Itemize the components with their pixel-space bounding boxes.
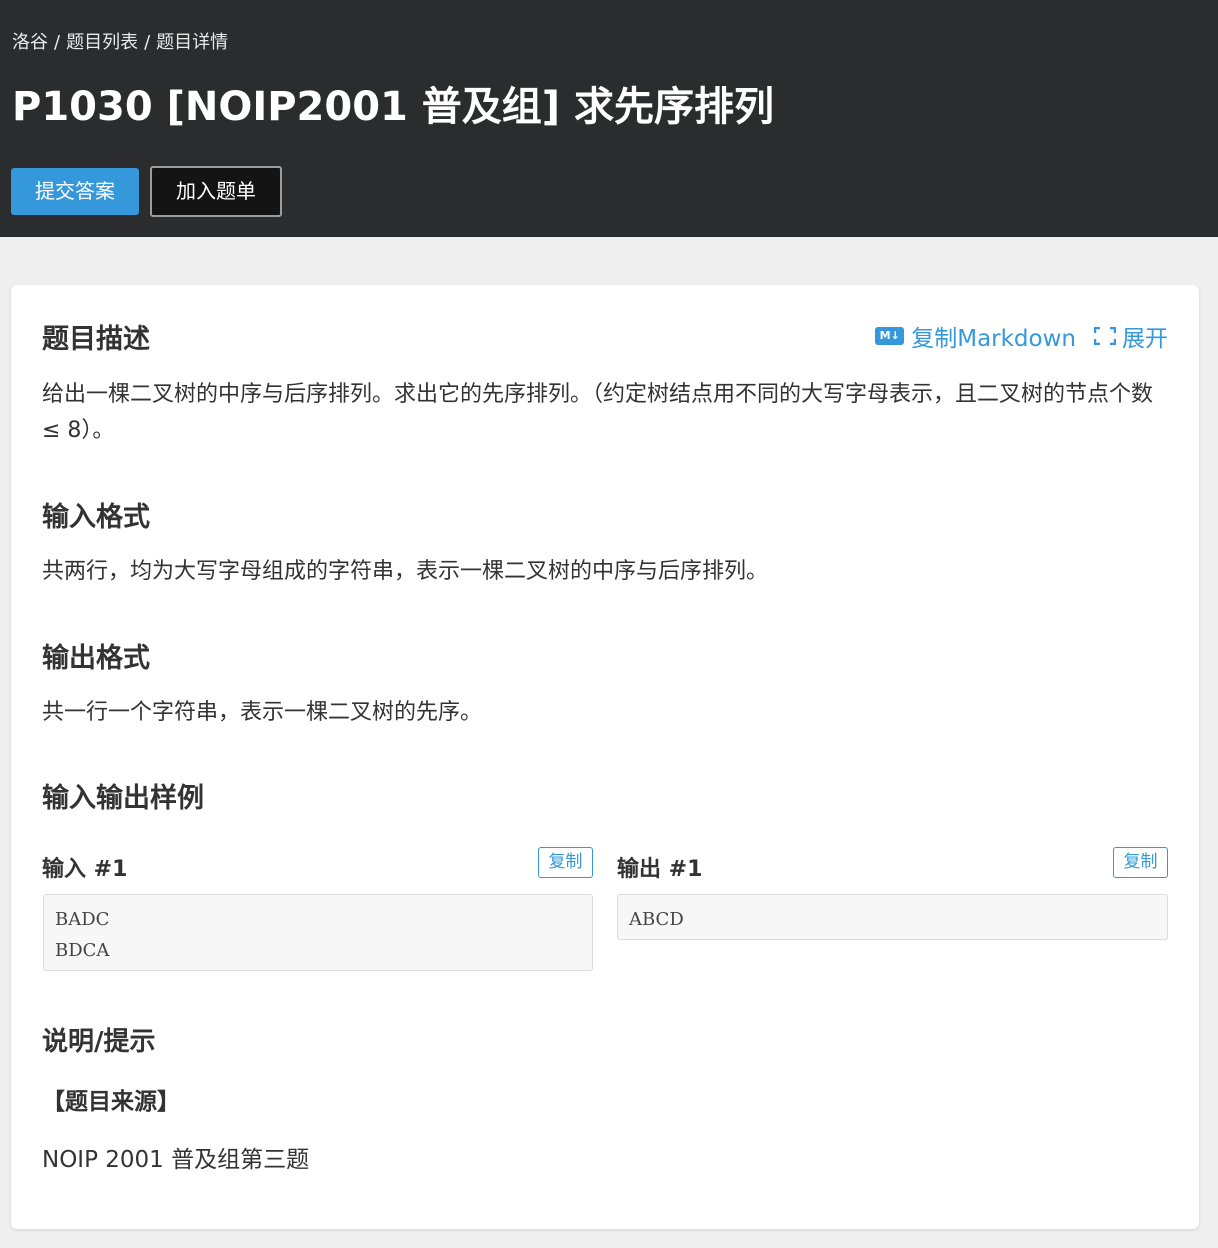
sample-input-label: 输入 #1	[42, 857, 128, 882]
source-text: NOIP 2001 普及组第三题	[42, 1147, 310, 1173]
copy-markdown-link[interactable]: M↓ 复制Markdown	[875, 319, 1076, 353]
sample-input-line: BADC	[55, 909, 110, 930]
breadcrumb-problem-list-link[interactable]: 题目列表	[66, 32, 138, 53]
breadcrumb-home-link[interactable]: 洛谷	[12, 32, 48, 53]
input-format-text: 共两行，均为大写字母组成的字符串，表示一棵二叉树的中序与后序排列。	[42, 559, 769, 584]
submit-answer-button[interactable]: 提交答案	[11, 168, 139, 215]
hint-heading: 说明/提示	[42, 1027, 156, 1057]
output-format-text: 共一行一个字符串，表示一棵二叉树的先序。	[42, 700, 483, 725]
sample-output-line: ABCD	[629, 909, 684, 930]
page-header: 洛谷 / 题目列表 / 题目详情 P1030 [NOIP2001 普及组] 求先序排列 …	[0, 0, 1218, 237]
expand-label: 展开	[1122, 326, 1168, 352]
description-heading: 题目描述	[42, 324, 150, 355]
breadcrumb: 洛谷 / 题目列表 / 题目详情	[12, 28, 228, 54]
expand-link[interactable]: 展开	[1076, 319, 1168, 353]
copy-output-button[interactable]: 复制	[1113, 847, 1168, 878]
problem-content-card: 题目描述 M↓ 复制Markdown 展开 给出一棵二叉树的中序与后序排列。求出…	[11, 285, 1199, 1229]
markdown-icon: M↓	[875, 327, 905, 345]
expand-icon	[1094, 327, 1116, 345]
page-title: P1030 [NOIP2001 普及组] 求先序排列	[12, 84, 774, 130]
output-format-heading: 输出格式	[42, 643, 150, 674]
source-heading: 【题目来源】	[42, 1089, 180, 1115]
copy-markdown-label: 复制Markdown	[911, 326, 1076, 352]
add-to-problem-list-button[interactable]: 加入题单	[150, 166, 282, 217]
sample-input-line: BDCA	[55, 940, 110, 961]
samples-heading: 输入输出样例	[42, 783, 204, 814]
breadcrumb-separator: /	[144, 32, 151, 53]
content-tools: M↓ 复制Markdown 展开	[875, 319, 1168, 353]
breadcrumb-separator: /	[54, 32, 61, 53]
description-text: 给出一棵二叉树的中序与后序排列。求出它的先序排列。（约定树结点用不同的大写字母表…	[42, 382, 1154, 443]
sample-output-label: 输出 #1	[617, 857, 703, 882]
sample-input-box: BADC BDCA	[43, 894, 593, 971]
sample-output-box: ABCD	[617, 894, 1168, 940]
copy-input-button[interactable]: 复制	[538, 847, 593, 878]
breadcrumb-current: 题目详情	[156, 32, 229, 53]
input-format-heading: 输入格式	[42, 502, 150, 533]
